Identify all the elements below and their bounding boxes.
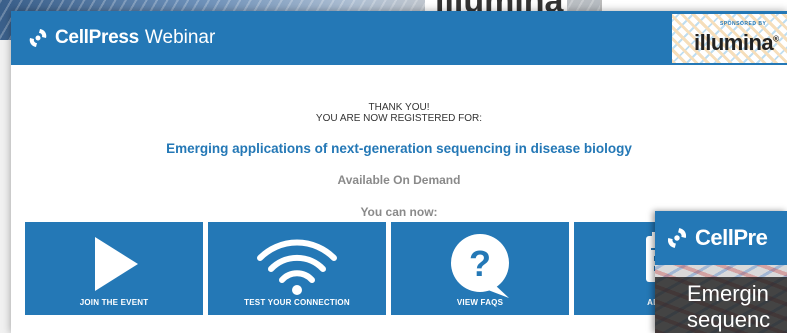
cellpress-logo[interactable]: CellPress Webinar bbox=[27, 25, 215, 51]
availability-text: Available On Demand bbox=[337, 173, 461, 187]
sponsor-registered-mark: ® bbox=[773, 34, 779, 44]
thank-you-text: THANK YOU! bbox=[368, 102, 430, 113]
view-faqs-label: VIEW FAQS bbox=[456, 298, 504, 307]
sponsor-label: SPONSORED BY bbox=[720, 21, 767, 27]
cellpress-logo-icon bbox=[29, 29, 47, 47]
test-connection-label: TEST YOUR CONNECTION bbox=[244, 298, 350, 307]
join-event-label: JOIN THE EVENT bbox=[79, 298, 149, 307]
overlay-header: CellPre bbox=[655, 211, 787, 265]
view-faqs-button[interactable]: ? VIEW FAQS bbox=[391, 222, 569, 315]
header-bar: CellPress Webinar SPONSORED BY illumina® bbox=[11, 11, 787, 65]
sponsor-logo: SPONSORED BY illumina® bbox=[672, 14, 787, 63]
sponsor-name: illumina® bbox=[694, 30, 779, 56]
overlay-title-line-2: sequenc bbox=[687, 307, 771, 332]
brand-name: CellPress bbox=[55, 27, 139, 48]
brand-suffix: Webinar bbox=[144, 27, 216, 48]
sponsor-name-text: illumina bbox=[694, 30, 774, 55]
overlay-cellpress-logo-icon bbox=[667, 228, 687, 248]
registered-text: YOU ARE NOW REGISTERED FOR: bbox=[315, 113, 483, 124]
test-connection-button[interactable]: TEST YOUR CONNECTION bbox=[208, 222, 386, 315]
event-title: Emerging applications of next-generation… bbox=[166, 141, 632, 156]
overlay-cellpress-logo: CellPre bbox=[665, 225, 768, 251]
overlay-brand: CellPre bbox=[695, 225, 768, 250]
svg-text:?: ? bbox=[469, 243, 491, 284]
join-event-button[interactable]: JOIN THE EVENT bbox=[25, 222, 203, 315]
overlay-webinar-preview[interactable]: CellPre Emergin sequenc bbox=[655, 211, 787, 333]
overlay-title-line-1: Emergin bbox=[687, 281, 769, 306]
